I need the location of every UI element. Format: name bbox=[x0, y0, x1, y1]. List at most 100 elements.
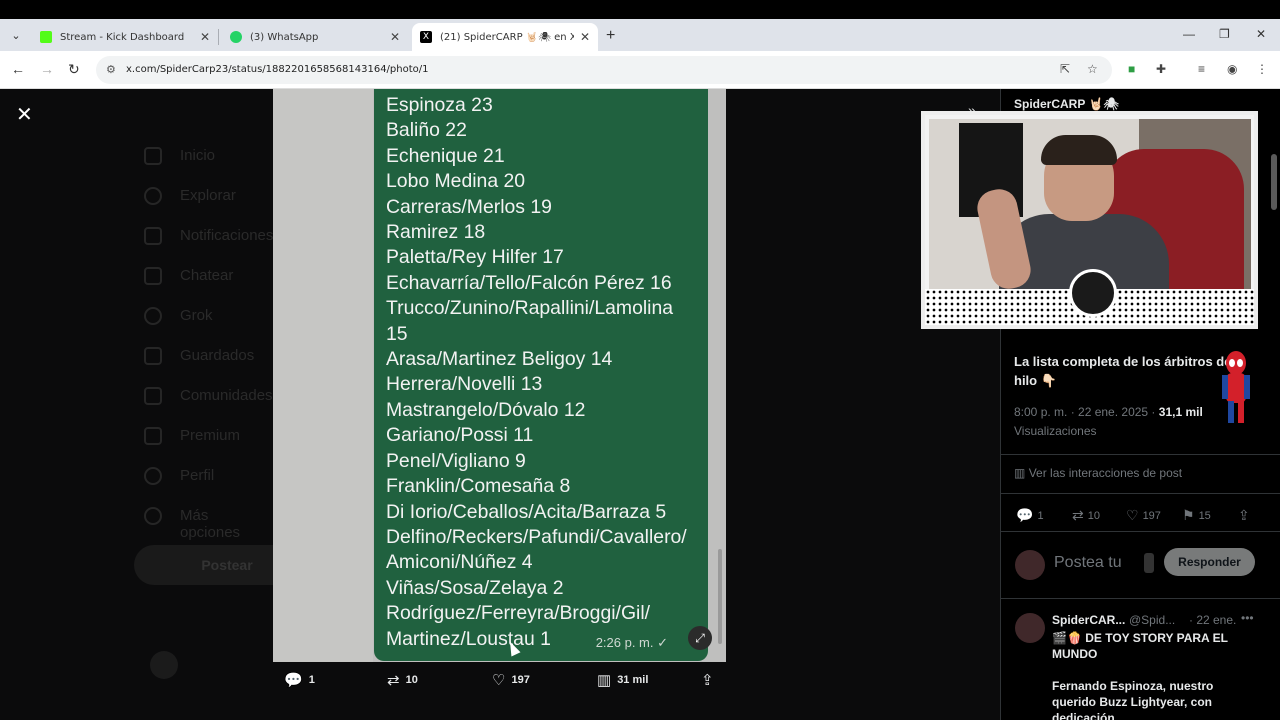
share-button[interactable]: ⇪ bbox=[701, 671, 714, 689]
photo-left-strip bbox=[273, 89, 373, 662]
divider bbox=[1001, 493, 1280, 494]
photo-scrollbar bbox=[718, 549, 722, 644]
repost-icon: ⇄ bbox=[387, 672, 400, 689]
list-item: Penel/Vigliano 9 bbox=[386, 449, 526, 472]
reply-icon: 💬 bbox=[1016, 507, 1034, 523]
reply-icon: 💬 bbox=[284, 672, 303, 689]
list-item: Rodríguez/Ferreyra/Broggi/Gil/ bbox=[386, 602, 651, 625]
avatar[interactable] bbox=[1015, 613, 1045, 643]
menu-kebab-icon[interactable]: ⋮ bbox=[1256, 62, 1268, 76]
bookmarks-icon bbox=[144, 347, 162, 365]
nav-item: Explorar bbox=[180, 187, 236, 204]
tab-search-chevron-icon[interactable]: ⌄ bbox=[6, 26, 26, 46]
profile-nav-icon bbox=[144, 467, 162, 485]
analytics-icon: ▥ bbox=[1014, 466, 1026, 480]
reply-handle[interactable]: @Spid... bbox=[1129, 613, 1175, 627]
tab-whatsapp[interactable]: (3) WhatsApp ✕ bbox=[222, 23, 408, 51]
nav-item: Grok bbox=[180, 307, 213, 324]
share-button[interactable]: ⇪ bbox=[1238, 507, 1250, 524]
url-text: x.com/SpiderCarp23/status/18822016585681… bbox=[126, 64, 429, 75]
close-icon[interactable]: ✕ bbox=[390, 30, 400, 44]
message-timestamp: 2:26 p. m. ✓ bbox=[595, 635, 668, 650]
spiderman-sticker bbox=[1222, 351, 1250, 423]
list-item: Arasa/Martinez Beligoy 14 bbox=[386, 348, 613, 371]
close-viewer-icon[interactable]: ✕ bbox=[16, 102, 33, 127]
views-button[interactable]: ▥ 31 mil bbox=[597, 671, 648, 689]
close-icon[interactable]: ✕ bbox=[580, 30, 590, 44]
reply-author[interactable]: SpiderCAR... bbox=[1052, 613, 1125, 627]
streamer-hair bbox=[1041, 135, 1117, 165]
message-bubble: Espinoza 23 Baliño 22 Echenique 21 Lobo … bbox=[374, 89, 708, 661]
explore-icon bbox=[144, 187, 162, 205]
site-info-icon[interactable]: ⚙ bbox=[106, 63, 116, 76]
tab-divider bbox=[218, 29, 219, 45]
address-bar[interactable]: ⚙ x.com/SpiderCarp23/status/188220165856… bbox=[96, 56, 1112, 84]
profile-icon[interactable]: ◉ bbox=[1227, 62, 1237, 76]
kick-icon bbox=[40, 31, 52, 43]
tab-kick[interactable]: Stream - Kick Dashboard ✕ bbox=[32, 23, 218, 51]
repost-icon: ⇄ bbox=[1072, 507, 1084, 523]
reload-icon[interactable]: ↻ bbox=[68, 61, 80, 78]
close-window-icon[interactable]: ✕ bbox=[1256, 27, 1266, 41]
view-interactions-link[interactable]: ▥ Ver las interacciones de post bbox=[1014, 466, 1182, 480]
install-app-icon[interactable]: ⇱ bbox=[1060, 62, 1070, 76]
whatsapp-screenshot-photo: Espinoza 23 Baliño 22 Echenique 21 Lobo … bbox=[273, 89, 726, 662]
post-time[interactable]: 8:00 p. m. · 22 ene. 2025 · bbox=[1014, 405, 1159, 419]
bookmark-icon: ⚑ bbox=[1182, 507, 1195, 523]
like-count: 197 bbox=[511, 674, 530, 686]
like-button[interactable]: ♡ 197 bbox=[1126, 507, 1161, 524]
top-black-bar bbox=[0, 0, 1280, 19]
list-item: 15 bbox=[386, 322, 408, 345]
list-item: Gariano/Possi 11 bbox=[386, 424, 534, 447]
close-icon[interactable]: ✕ bbox=[200, 30, 210, 44]
minimize-icon[interactable]: — bbox=[1183, 27, 1195, 41]
bookmark-count: 15 bbox=[1198, 509, 1211, 522]
repost-button[interactable]: ⇄ 10 bbox=[1072, 507, 1100, 524]
share-icon: ⇪ bbox=[1238, 507, 1250, 523]
whatsapp-icon bbox=[230, 31, 242, 43]
list-item: Carreras/Merlos 19 bbox=[386, 195, 552, 218]
panel-scrollbar[interactable] bbox=[1271, 154, 1277, 210]
tab-x-spidercarp[interactable]: X (21) SpiderCARP 🤘🏻🕷 en X: "L ✕ bbox=[412, 23, 598, 51]
divider bbox=[1001, 531, 1280, 532]
reply-date[interactable]: · 22 ene. bbox=[1189, 613, 1236, 627]
list-item: Mastrangelo/Dóvalo 12 bbox=[386, 398, 586, 421]
repost-count: 10 bbox=[405, 674, 418, 686]
extensions-puzzle-icon[interactable]: ✚ bbox=[1156, 62, 1166, 76]
back-icon[interactable]: ← bbox=[11, 61, 25, 77]
like-button[interactable]: ♡ 197 bbox=[492, 671, 530, 689]
reply-text-continued: Fernando Espinoza, nuestro querido Buzz … bbox=[1052, 679, 1214, 720]
list-item: Echavarría/Tello/Falcón Pérez 16 bbox=[386, 271, 672, 294]
post-actions: 💬 1 ⇄ 10 ♡ 197 ⚑ 15 ⇪ bbox=[1014, 507, 1264, 527]
reply-text: 🎬🍿 DE TOY STORY PARA EL MUNDO bbox=[1052, 631, 1228, 661]
reply-count: 1 bbox=[308, 674, 315, 686]
extension-icon[interactable]: ■ bbox=[1128, 62, 1135, 76]
repost-count: 10 bbox=[1087, 509, 1100, 522]
new-tab-icon[interactable]: + bbox=[606, 27, 615, 45]
reply-button[interactable]: 💬 1 bbox=[1016, 507, 1044, 524]
nav-item: Premium bbox=[180, 427, 241, 444]
list-item: Di Iorio/Ceballos/Acita/Barraza 5 bbox=[386, 500, 667, 523]
media-control-icon[interactable]: ≡ bbox=[1198, 62, 1205, 76]
reply-input-scroll bbox=[1144, 553, 1154, 573]
restore-icon[interactable]: ❐ bbox=[1219, 27, 1230, 41]
bookmark-button[interactable]: ⚑ 15 bbox=[1182, 507, 1211, 524]
webcam-overlay bbox=[921, 111, 1258, 329]
list-item: Franklin/Comesaña 8 bbox=[386, 475, 571, 498]
divider bbox=[1001, 598, 1280, 599]
nav-item: Notificaciones bbox=[180, 227, 274, 244]
home-icon bbox=[144, 147, 162, 165]
nav-item: Chatear bbox=[180, 267, 234, 284]
list-item: Lobo Medina 20 bbox=[386, 170, 526, 193]
more-icon[interactable]: ••• bbox=[1241, 611, 1254, 625]
like-count: 197 bbox=[1142, 509, 1161, 522]
expand-icon[interactable]: ⤢ bbox=[688, 626, 712, 650]
reply-button[interactable]: 💬 1 bbox=[284, 671, 315, 689]
bookmark-star-icon[interactable]: ☆ bbox=[1087, 62, 1098, 76]
reply-input[interactable]: Postea tu bbox=[1054, 554, 1122, 572]
list-item: Paletta/Rey Hilfer 17 bbox=[386, 246, 564, 269]
reply-submit-button[interactable]: Responder bbox=[1164, 548, 1255, 576]
list-item: Ramirez 18 bbox=[386, 221, 486, 244]
repost-button[interactable]: ⇄ 10 bbox=[387, 671, 418, 689]
forward-icon[interactable]: → bbox=[40, 61, 54, 77]
